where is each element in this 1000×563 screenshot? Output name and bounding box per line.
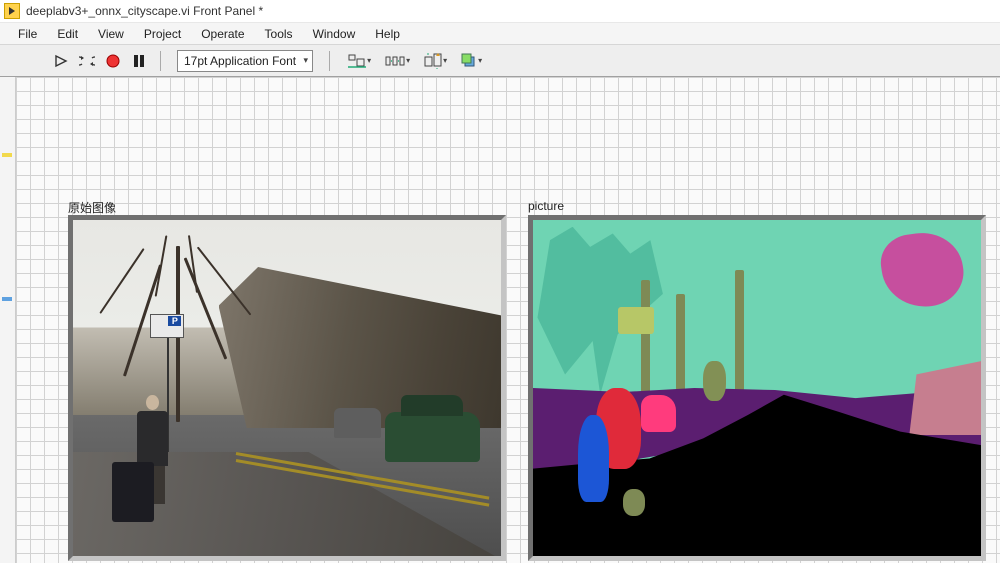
street-photo-content xyxy=(73,220,501,556)
menu-file[interactable]: File xyxy=(8,24,47,44)
run-continuous-button[interactable] xyxy=(76,50,98,72)
menu-window[interactable]: Window xyxy=(303,24,366,44)
run-button[interactable] xyxy=(50,50,72,72)
front-panel-area[interactable]: 原始图像 xyxy=(0,77,1000,563)
menu-operate[interactable]: Operate xyxy=(191,24,254,44)
front-panel-canvas[interactable]: 原始图像 xyxy=(16,77,1000,563)
menubar: File Edit View Project Operate Tools Win… xyxy=(0,23,1000,45)
titlebar: deeplabv3+_onnx_cityscape.vi Front Panel… xyxy=(0,0,1000,23)
menu-edit[interactable]: Edit xyxy=(47,24,88,44)
ruler-marker xyxy=(2,297,12,301)
toolbar-separator xyxy=(160,51,161,71)
image-display-segmentation[interactable] xyxy=(528,215,986,561)
ruler-marker xyxy=(2,153,12,157)
dropdown-caret-icon: ▾ xyxy=(406,56,410,65)
pause-button[interactable] xyxy=(128,50,150,72)
toolbar-separator xyxy=(329,51,330,71)
font-selector[interactable]: 17pt Application Font xyxy=(177,50,313,72)
left-ruler xyxy=(0,77,16,563)
window-title: deeplabv3+_onnx_cityscape.vi Front Panel… xyxy=(26,4,263,18)
labview-vi-icon xyxy=(4,3,20,19)
image-display-original[interactable] xyxy=(68,215,506,561)
dropdown-caret-icon: ▾ xyxy=(478,56,482,65)
toolbar: 17pt Application Font ▾ ▾ xyxy=(0,45,1000,77)
distribute-objects-button[interactable]: ▾ xyxy=(383,50,412,72)
reorder-button[interactable]: ▾ xyxy=(459,50,484,72)
menu-tools[interactable]: Tools xyxy=(255,24,303,44)
image-control-label-segmentation: picture xyxy=(528,199,564,213)
dropdown-caret-icon: ▾ xyxy=(367,56,371,65)
align-objects-button[interactable]: ▾ xyxy=(346,50,373,72)
segmentation-content xyxy=(533,220,981,556)
menu-project[interactable]: Project xyxy=(134,24,191,44)
resize-objects-button[interactable]: ▾ xyxy=(422,50,449,72)
font-selector-label: 17pt Application Font xyxy=(184,54,296,68)
abort-button[interactable] xyxy=(102,50,124,72)
menu-view[interactable]: View xyxy=(88,24,134,44)
dropdown-caret-icon: ▾ xyxy=(443,56,447,65)
image-control-label-original: 原始图像 xyxy=(68,199,116,216)
menu-help[interactable]: Help xyxy=(365,24,410,44)
